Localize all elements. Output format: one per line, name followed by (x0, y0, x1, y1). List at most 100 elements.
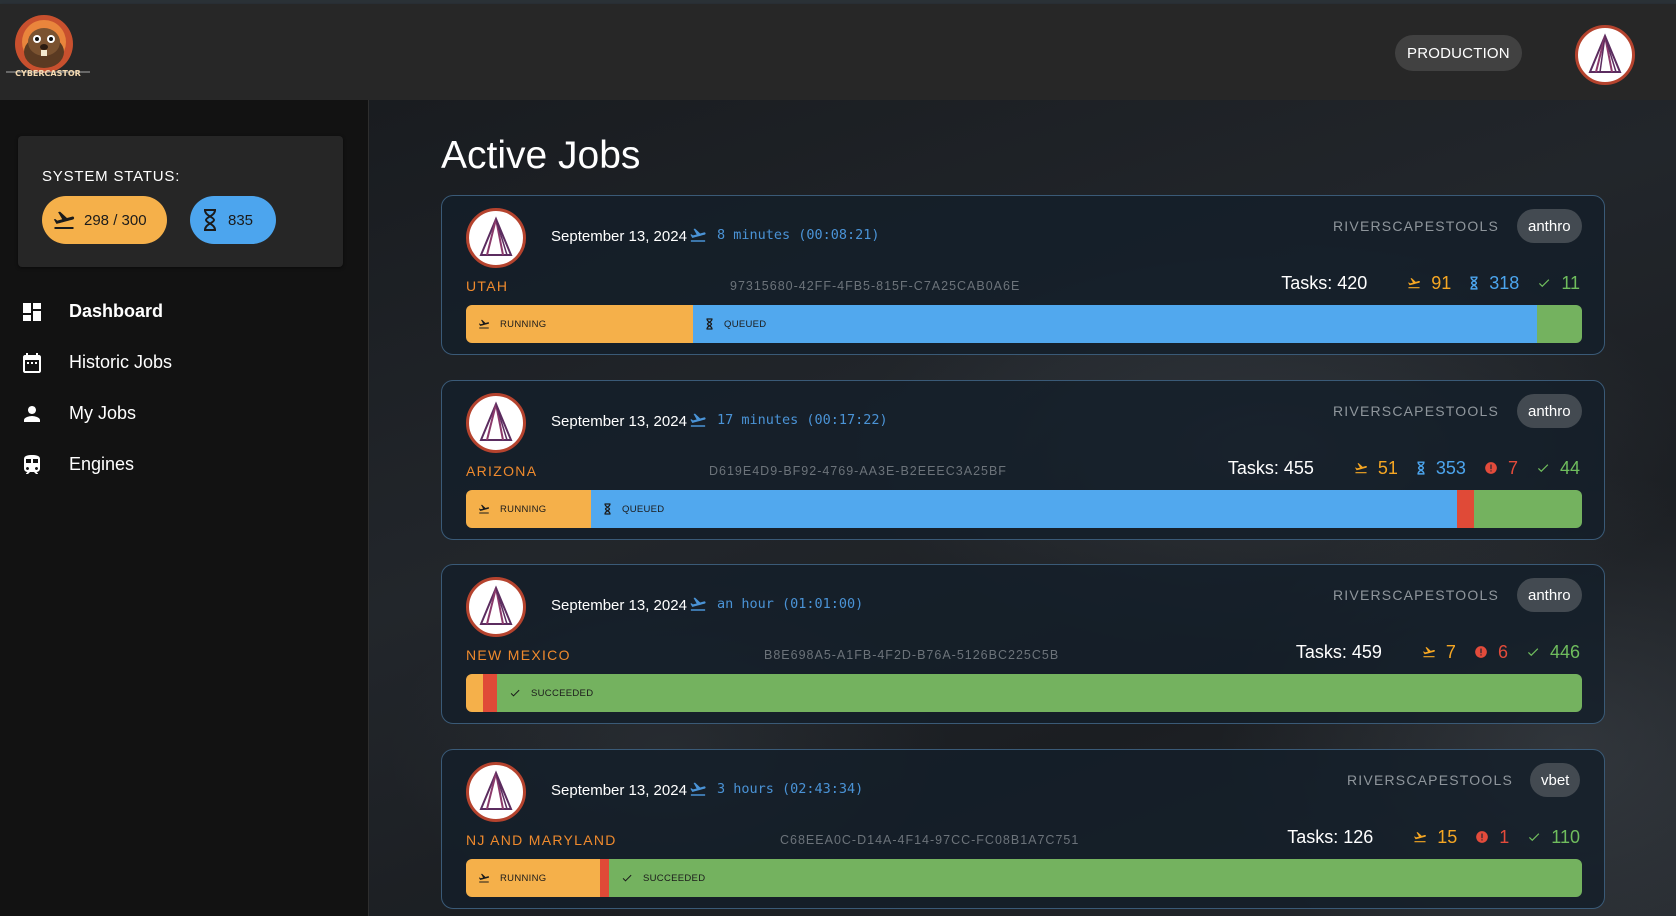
triangle-logo-icon (479, 770, 513, 810)
environment-label: PRODUCTION (1407, 44, 1510, 62)
job-organization: RIVERSCAPESTOOLS (1333, 587, 1499, 603)
job-runtime-text: 17 minutes (00:17:22) (717, 412, 888, 428)
triangle-logo-icon (479, 216, 513, 256)
bar-segment-succeeded: SUCCEEDED (497, 674, 1582, 712)
job-avatar (466, 577, 526, 637)
person-icon (24, 406, 40, 422)
bar-segment-running: RUNNING (466, 305, 693, 343)
job-running-count: 91 (1431, 272, 1452, 293)
plane-takeoff-icon (690, 782, 706, 796)
job-date: September 13, 2024 (551, 413, 687, 430)
running-count: 298 / 300 (84, 211, 147, 229)
job-succeeded-count: 110 (1551, 826, 1580, 847)
job-card[interactable]: September 13, 2024 an hour (01:01:00) RI… (441, 564, 1605, 724)
job-failed-count: 6 (1497, 641, 1508, 662)
job-date: September 13, 2024 (551, 782, 687, 799)
bar-segment-failed (1457, 490, 1474, 528)
job-failed-stat: 7 (1484, 458, 1518, 479)
user-avatar[interactable] (1575, 25, 1635, 85)
hourglass-icon (204, 209, 216, 231)
queued-count: 835 (228, 211, 254, 229)
plane-takeoff-icon (53, 211, 75, 229)
plane-takeoff-icon (690, 228, 706, 242)
job-succeeded-count: 11 (1561, 272, 1580, 293)
error-icon (1476, 831, 1489, 843)
plane-takeoff-icon (690, 413, 706, 427)
job-name: NEW MEXICO (466, 647, 571, 663)
check-icon (1537, 464, 1549, 473)
dashboard-icon (23, 303, 41, 321)
job-stats: Tasks: 126 15 1 110 (1287, 822, 1580, 852)
job-avatar (466, 208, 526, 268)
check-icon (1527, 648, 1539, 657)
job-avatar (466, 393, 526, 453)
job-tag[interactable]: anthro (1517, 209, 1582, 243)
bar-label-running: RUNNING (500, 872, 547, 884)
job-runtime-text: 8 minutes (00:08:21) (717, 227, 880, 243)
bar-segment-running: RUNNING (466, 859, 600, 897)
system-status-card: SYSTEM STATUS: 298 / 300 835 (18, 136, 343, 267)
job-running-stat: 91 (1407, 273, 1451, 294)
queued-count-chip[interactable]: 835 (190, 196, 276, 244)
cybercastor-logo[interactable]: CYBERCASTOR (4, 12, 92, 80)
job-task-count: Tasks: 459 (1295, 641, 1382, 662)
train-icon (24, 455, 40, 474)
bar-segment-running: RUNNING (466, 490, 591, 528)
environment-chip[interactable]: PRODUCTION (1395, 35, 1522, 71)
nav-label-my-jobs: My Jobs (69, 403, 137, 423)
main-nav: Dashboard Historic Jobs My Jobs Engines (0, 286, 368, 490)
job-id: B8E698A5-A1FB-4F2D-B76A-5126BC225C5B (764, 648, 1060, 662)
job-id: D619E4D9-BF92-4769-AA3E-B2EEEC3A25BF (709, 464, 1007, 478)
plane-takeoff-icon (1408, 278, 1421, 289)
job-runtime-text: an hour (01:01:00) (717, 596, 864, 612)
check-icon (1539, 279, 1550, 288)
nav-item-dashboard[interactable]: Dashboard (0, 286, 368, 337)
job-id: C68EEA0C-D14A-4F14-97CC-FC08B1A7C751 (780, 833, 1080, 847)
job-tag[interactable]: anthro (1517, 394, 1582, 428)
nav-item-historic-jobs[interactable]: Historic Jobs (0, 337, 368, 388)
job-name: UTAH (466, 278, 509, 294)
job-stats: Tasks: 420 91 318 11 (1281, 268, 1580, 298)
job-queued-stat: 318 (1469, 273, 1519, 294)
job-succeeded-stat: 44 (1536, 458, 1580, 479)
bar-label-queued: QUEUED (724, 318, 767, 330)
triangle-logo-icon (479, 401, 513, 441)
job-running-count: 7 (1445, 641, 1456, 662)
plane-takeoff-icon (478, 504, 490, 514)
error-icon (1475, 646, 1487, 658)
job-progress-bar: SUCCEEDED (466, 674, 1582, 712)
hourglass-icon (604, 503, 611, 515)
job-task-count: Tasks: 455 (1227, 457, 1314, 478)
job-running-count: 15 (1437, 826, 1458, 847)
nav-item-engines[interactable]: Engines (0, 439, 368, 490)
bar-segment-queued: QUEUED (693, 305, 1537, 343)
job-succeeded-stat: 446 (1526, 642, 1580, 663)
bar-segment-failed (483, 674, 497, 712)
job-card[interactable]: September 13, 2024 8 minutes (00:08:21) … (441, 195, 1605, 355)
svg-text:CYBERCASTOR: CYBERCASTOR (15, 69, 81, 78)
job-succeeded-count: 446 (1549, 641, 1580, 662)
bar-segment-succeeded: SUCCEEDED (609, 859, 1582, 897)
system-status-title: SYSTEM STATUS: (42, 168, 181, 185)
job-tag[interactable]: anthro (1517, 578, 1582, 612)
sidebar: SYSTEM STATUS: 298 / 300 835 Dashboard H… (0, 100, 369, 916)
job-failed-count: 7 (1507, 457, 1518, 478)
job-succeeded-stat: 110 (1527, 827, 1580, 848)
plane-takeoff-icon (1422, 647, 1435, 658)
job-tag[interactable]: vbet (1530, 763, 1581, 797)
bar-label-running: RUNNING (500, 503, 547, 515)
running-count-chip[interactable]: 298 / 300 (42, 196, 167, 244)
hourglass-icon (1417, 461, 1425, 475)
error-icon (1485, 462, 1497, 474)
page-title: Active Jobs (441, 134, 641, 177)
nav-label-engines: Engines (69, 454, 135, 474)
hourglass-icon (706, 318, 713, 330)
job-running-count: 51 (1377, 457, 1398, 478)
bar-segment-running (466, 674, 483, 712)
triangle-logo-icon (1588, 33, 1622, 73)
job-card[interactable]: September 13, 2024 3 hours (02:43:34) RI… (441, 749, 1605, 909)
plane-takeoff-icon (1414, 832, 1427, 843)
job-name: ARIZONA (466, 463, 538, 479)
job-card[interactable]: September 13, 2024 17 minutes (00:17:22)… (441, 380, 1605, 540)
nav-item-my-jobs[interactable]: My Jobs (0, 388, 368, 439)
